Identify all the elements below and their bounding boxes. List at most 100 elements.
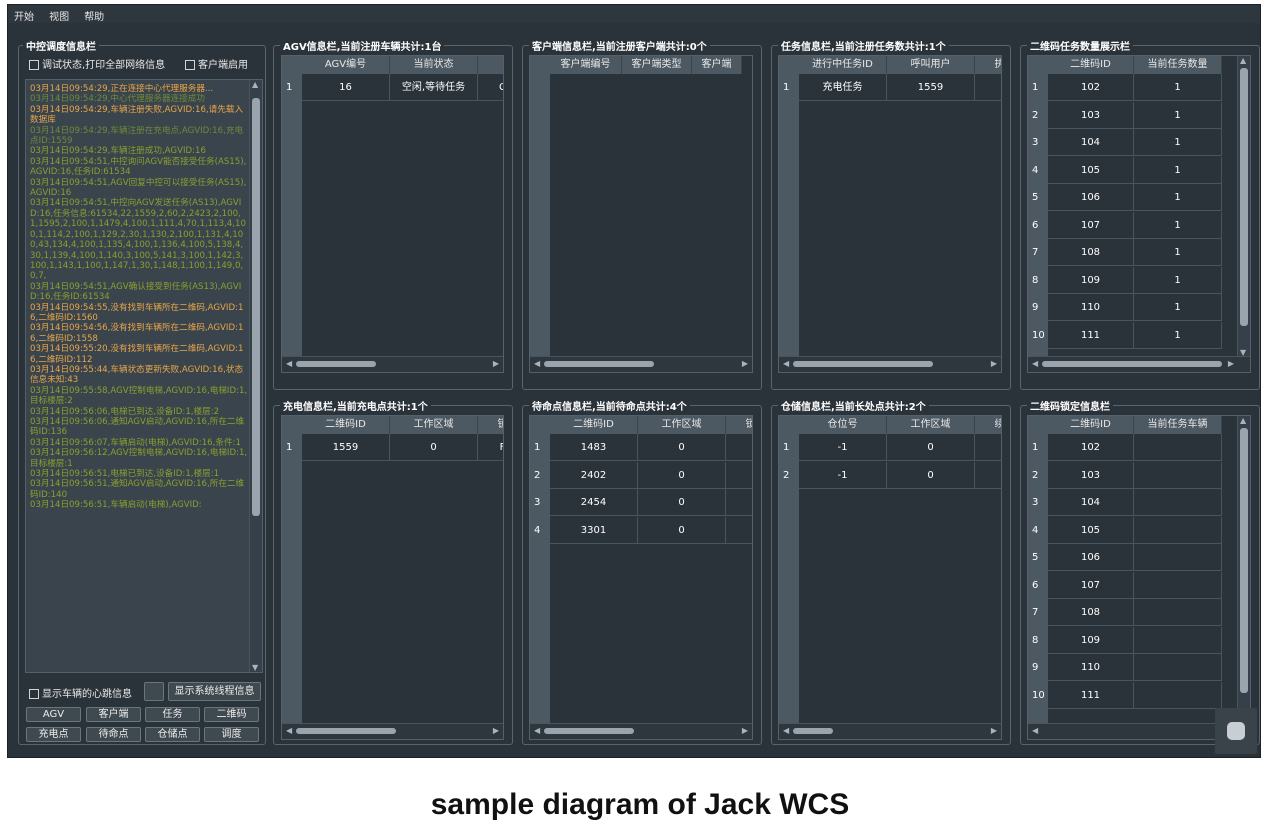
table-cell[interactable]: 0 — [638, 461, 726, 489]
table-cell[interactable] — [1134, 681, 1222, 709]
table-cell[interactable] — [1134, 489, 1222, 516]
horizontal-scrollbar[interactable]: ◀▶ — [282, 723, 503, 739]
table-cell[interactable]: 108 — [1048, 599, 1134, 626]
qr-lock-panel-table[interactable]: 二维码ID 当前任务车辆 1 102 2 103 3 104 4 105 5 106 6 107 7 108 8… — [1027, 415, 1251, 740]
task-panel-table[interactable]: 进行中任务ID呼叫用户执1充电任务1559◀▶ — [778, 55, 1002, 373]
table-cell[interactable]: 108 — [1048, 239, 1134, 266]
column-header[interactable]: 仓位号 — [799, 416, 887, 434]
table-cell[interactable]: 1 — [1134, 294, 1222, 321]
table-cell[interactable]: 空闲,等待任务 — [390, 74, 478, 101]
scroll-left-icon[interactable]: ◀ — [1032, 726, 1038, 735]
table-cell[interactable] — [1134, 599, 1222, 626]
table-cell[interactable]: 3301 — [550, 516, 638, 544]
charge-panel-table[interactable]: 二维码ID工作区域锁115590F◀▶ — [281, 415, 504, 740]
column-header[interactable]: 执 — [975, 56, 1001, 74]
table-cell[interactable] — [726, 489, 752, 516]
column-header[interactable]: 呼叫用户 — [887, 56, 975, 74]
scroll-right-icon[interactable]: ▶ — [991, 359, 997, 368]
column-header[interactable]: 当前任务车辆 — [1134, 416, 1222, 434]
table-cell[interactable] — [1134, 544, 1222, 571]
table-cell[interactable]: 0 — [638, 434, 726, 461]
table-cell[interactable]: 1 — [1134, 74, 1222, 101]
client-panel-table[interactable]: 客户端编号 客户端类型 客户端 ◀ ▶ — [529, 55, 753, 373]
scroll-left-icon[interactable]: ◀ — [286, 726, 292, 735]
table-cell[interactable]: 110 — [1048, 654, 1134, 681]
table-cell[interactable] — [1134, 461, 1222, 489]
charge-point-button[interactable]: 充电点 — [26, 727, 81, 742]
table-cell[interactable]: 2454 — [550, 489, 638, 516]
table-cell[interactable]: 0 — [887, 434, 975, 461]
table-cell[interactable]: 103 — [1048, 101, 1134, 129]
agv-panel-table[interactable]: AGV编号当前状态116空闲,等待任务C◀▶ — [281, 55, 504, 373]
horizontal-scrollbar[interactable]: ◀▶ — [779, 723, 1001, 739]
table-cell[interactable]: 107 — [1048, 211, 1134, 239]
table-cell[interactable]: 103 — [1048, 461, 1134, 489]
vertical-scrollbar[interactable]: ▲▼ — [1237, 416, 1250, 724]
table-cell[interactable]: 1559 — [887, 74, 975, 101]
column-header[interactable]: 二维码ID — [1048, 416, 1134, 434]
client-enable-checkbox[interactable]: 客户端启用 — [185, 56, 248, 71]
table-cell[interactable]: 0 — [390, 434, 478, 461]
table-cell[interactable]: 106 — [1048, 544, 1134, 571]
table-cell[interactable] — [975, 462, 1001, 489]
column-header[interactable]: 工作区域 — [390, 416, 478, 434]
table-cell[interactable]: 105 — [1048, 516, 1134, 544]
column-header[interactable]: 进行中任务ID — [799, 56, 887, 74]
table-cell[interactable] — [975, 74, 1001, 101]
table-cell[interactable]: 106 — [1048, 184, 1134, 211]
table-cell[interactable]: F — [478, 434, 503, 461]
scroll-up-icon[interactable]: ▲ — [1240, 56, 1246, 65]
table-cell[interactable]: 109 — [1048, 266, 1134, 294]
log-scrollbar[interactable]: ▲ ▼ — [249, 80, 262, 672]
table-cell[interactable]: 2402 — [550, 461, 638, 489]
scroll-left-icon[interactable]: ◀ — [286, 359, 292, 368]
table-cell[interactable]: 102 — [1048, 434, 1134, 461]
menu-start[interactable]: 开始 — [14, 10, 34, 26]
horizontal-scroll-thumb[interactable] — [793, 728, 833, 734]
table-cell[interactable]: 0 — [887, 461, 975, 489]
table-cell[interactable]: 0 — [638, 489, 726, 516]
column-header[interactable]: 锁 — [726, 416, 752, 434]
scroll-right-icon[interactable]: ▶ — [991, 726, 997, 735]
column-header[interactable]: 二维码ID — [302, 416, 390, 434]
column-header[interactable]: 客户端类型 — [622, 56, 692, 74]
storage-point-button[interactable]: 仓储点 — [145, 727, 200, 742]
table-cell[interactable]: C — [478, 74, 503, 101]
horizontal-scrollbar[interactable]: ◀▶ — [779, 356, 1001, 372]
menu-view[interactable]: 视图 — [49, 10, 69, 26]
table-cell[interactable]: -1 — [799, 434, 887, 461]
dispatch-button[interactable]: 调度 — [204, 727, 259, 742]
column-header[interactable]: 工作区域 — [887, 416, 975, 434]
column-header[interactable]: 客户端 — [692, 56, 742, 74]
blank-box[interactable] — [144, 682, 164, 701]
column-header[interactable] — [478, 56, 503, 74]
column-header[interactable]: 客户端编号 — [550, 56, 622, 74]
column-header[interactable]: 续 — [975, 416, 1001, 434]
horizontal-scrollbar[interactable]: ◀▶ — [530, 723, 752, 739]
table-cell[interactable] — [1134, 654, 1222, 681]
table-cell[interactable]: 111 — [1048, 321, 1134, 349]
scroll-right-icon[interactable]: ▶ — [1228, 359, 1234, 368]
table-cell[interactable] — [975, 434, 1001, 461]
scroll-up-icon[interactable]: ▲ — [1240, 416, 1246, 425]
scroll-right-icon[interactable]: ▶ — [493, 726, 499, 735]
column-header[interactable]: 二维码ID — [550, 416, 638, 434]
column-header[interactable]: 工作区域 — [638, 416, 726, 434]
horizontal-scrollbar[interactable]: ◀▶ — [530, 356, 752, 372]
horizontal-scroll-thumb[interactable] — [544, 728, 634, 734]
table-cell[interactable]: 16 — [302, 74, 390, 101]
agv-button[interactable]: AGV — [26, 707, 81, 722]
table-cell[interactable]: 1 — [1134, 266, 1222, 294]
table-cell[interactable]: 1 — [1134, 239, 1222, 266]
menu-help[interactable]: 帮助 — [84, 10, 104, 26]
column-header[interactable]: 当前任务数量 — [1134, 56, 1222, 74]
task-button[interactable]: 任务 — [145, 707, 200, 722]
table-cell[interactable]: 105 — [1048, 156, 1134, 184]
table-cell[interactable]: 1 — [1134, 129, 1222, 156]
standby-point-button[interactable]: 待命点 — [86, 727, 141, 742]
horizontal-scroll-thumb[interactable] — [296, 728, 396, 734]
qr-task-panel-table[interactable]: 二维码ID 当前任务数量 1 102 1 2 103 1 3 104 1 4 105 1 5 106 1 6 107… — [1027, 55, 1251, 373]
table-cell[interactable] — [726, 434, 752, 461]
horizontal-scroll-thumb[interactable] — [793, 361, 933, 367]
table-cell[interactable]: 1 — [1134, 156, 1222, 184]
